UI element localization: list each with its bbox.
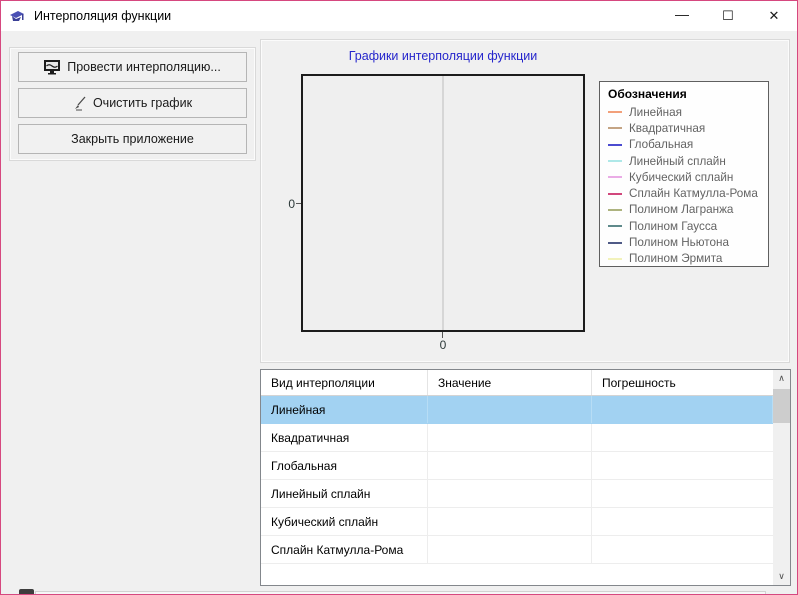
legend-item-label: Квадратичная [629,121,706,135]
cell-interpolation-type: Сплайн Катмулла-Рома [261,536,428,563]
legend-item: Кубический сплайн [608,169,768,185]
table-row[interactable]: Сплайн Катмулла-Рома [261,536,790,564]
run-interpolation-button[interactable]: Провести интерполяцию... [18,52,247,82]
scroll-down-icon[interactable]: ∨ [773,568,790,585]
close-button[interactable]: ✕ [751,1,797,31]
legend-item: Полином Ньютона [608,234,768,250]
app-window: Интерполяция функции — ☐ ✕ Провести инте… [0,0,798,595]
cell-error [592,508,773,535]
legend-line-swatch [608,111,622,114]
table-row[interactable]: Кубический сплайн [261,508,790,536]
cell-error [592,452,773,479]
close-app-label: Закрыть приложение [71,132,194,146]
scrollbar-thumb[interactable] [773,389,790,423]
monitor-icon [44,59,61,75]
legend-item: Глобальная [608,137,768,153]
window-controls: — ☐ ✕ [659,1,797,31]
clear-chart-label: Очистить график [92,96,193,110]
cell-error [592,424,773,451]
table-row[interactable]: Линейный сплайн [261,480,790,508]
chart-legend: Обозначения Линейная Квадратичная Глобал… [599,81,769,267]
legend-item-label: Кубический сплайн [629,170,734,184]
legend-item-label: Линейный сплайн [629,154,726,168]
column-header-value[interactable]: Значение [428,370,592,395]
y-axis-tick-label: 0 [288,197,295,211]
table-header: Вид интерполяции Значение Погрешность [261,370,790,396]
plot-area[interactable] [301,74,585,332]
window-title: Интерполяция функции [34,9,172,23]
legend-item: Линейный сплайн [608,153,768,169]
maximize-button[interactable]: ☐ [705,1,751,31]
column-header-interpolation-type[interactable]: Вид интерполяции [261,370,428,395]
legend-item-label: Полином Ньютона [629,236,729,250]
cutoff-panel-fragment [35,591,766,594]
cell-error [592,536,773,563]
legend-item: Линейная [608,104,768,120]
cell-interpolation-type: Квадратичная [261,424,428,451]
legend-item: Полином Эрмита [608,251,768,266]
legend-line-swatch [608,143,622,146]
close-app-button[interactable]: Закрыть приложение [18,124,247,154]
cell-value [428,536,592,563]
cell-value [428,480,592,507]
results-table: Вид интерполяции Значение Погрешность Ли… [260,369,791,586]
legend-item-label: Полином Гаусса [629,219,718,233]
scroll-up-icon[interactable]: ∧ [773,370,790,387]
minimize-button[interactable]: — [659,1,705,31]
cell-interpolation-type: Линейный сплайн [261,480,428,507]
legend-line-swatch [608,127,622,130]
y-axis-tick [296,203,301,204]
legend-item-label: Полином Лагранжа [629,203,734,217]
legend-line-swatch [608,192,622,195]
legend-line-swatch [608,257,622,260]
legend-item-label: Полином Эрмита [629,252,723,266]
legend-line-swatch [608,160,622,163]
legend-items: Линейная Квадратичная Глобальная Линейны… [608,104,768,266]
title-bar: Интерполяция функции — ☐ ✕ [1,1,797,31]
run-interpolation-label: Провести интерполяцию... [67,60,221,74]
cell-interpolation-type: Глобальная [261,452,428,479]
legend-item-label: Глобальная [629,138,694,152]
cell-value [428,508,592,535]
chart-title: Графики интерполяции функции [348,49,538,63]
legend-line-swatch [608,241,622,244]
legend-line-swatch [608,176,622,179]
cell-interpolation-type: Линейная [261,396,428,423]
clear-chart-button[interactable]: Очистить график [18,88,247,118]
legend-item-label: Сплайн Катмулла-Рома [629,187,758,201]
legend-item: Полином Гаусса [608,218,768,234]
x-axis-tick-label: 0 [439,338,447,352]
cell-value [428,452,592,479]
table-row[interactable]: Глобальная [261,452,790,480]
legend-item-label: Линейная [629,105,682,119]
cell-value [428,396,592,423]
legend-line-swatch [608,225,622,228]
table-scrollbar[interactable]: ∧ ∨ [773,370,790,585]
table-row[interactable]: Квадратичная [261,424,790,452]
app-icon [9,9,26,24]
legend-item: Сплайн Катмулла-Рома [608,185,768,201]
brush-icon [73,96,87,111]
zero-gridline [442,76,444,330]
legend-item: Квадратичная [608,120,768,136]
cell-value [428,424,592,451]
cutoff-icon-fragment [19,589,34,594]
column-header-error[interactable]: Погрешность [592,370,773,395]
table-row[interactable]: Линейная [261,396,790,424]
legend-title: Обозначения [608,87,687,101]
legend-line-swatch [608,208,622,211]
cell-error [592,480,773,507]
legend-item: Полином Лагранжа [608,202,768,218]
table-rows: Линейная Квадратичная Глобальная Линейны… [261,396,790,564]
cell-interpolation-type: Кубический сплайн [261,508,428,535]
cell-error [592,396,773,423]
